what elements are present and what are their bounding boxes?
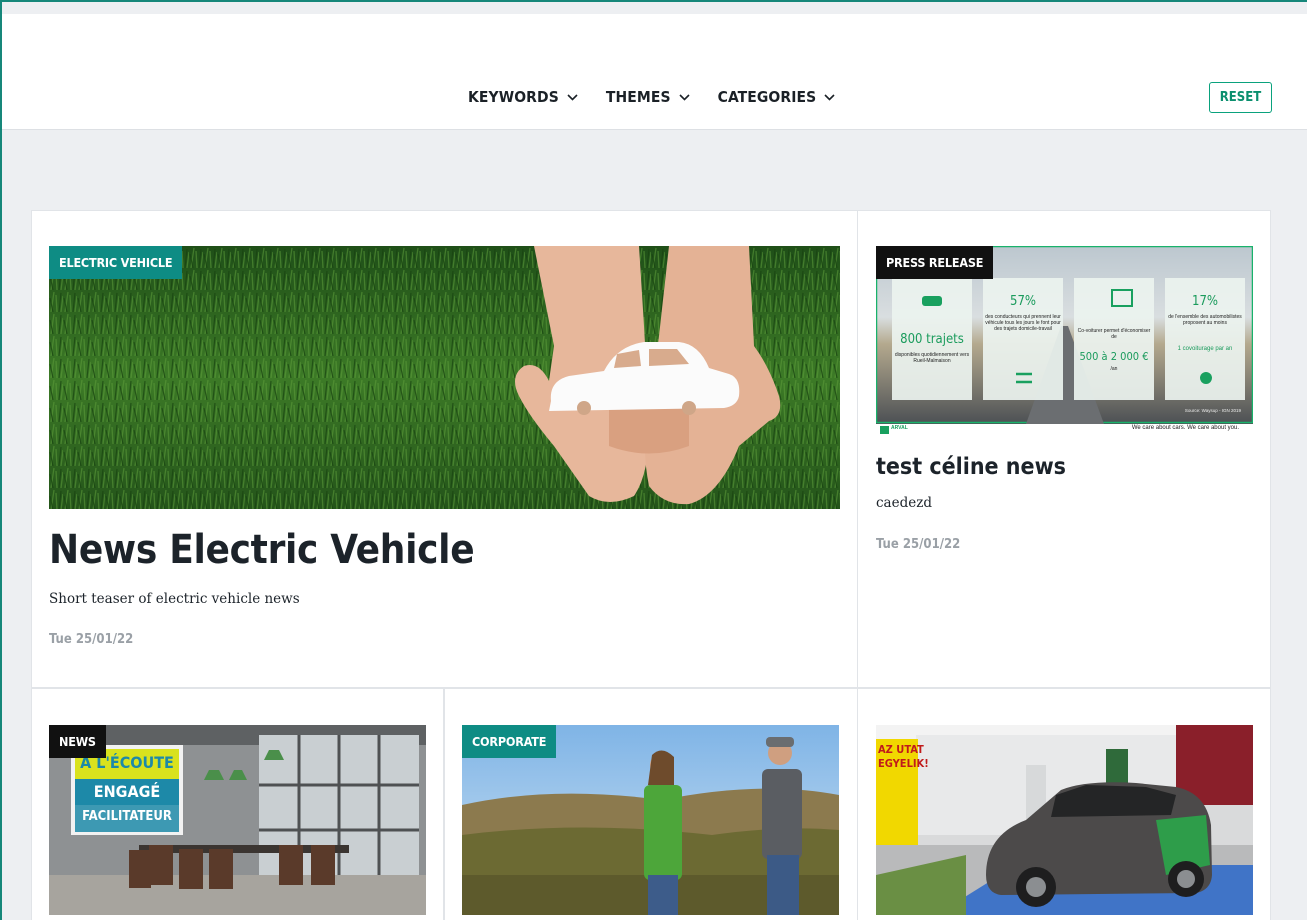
infographic-brand: ARVAL (891, 425, 908, 431)
card-image[interactable]: 800 trajets disponibles quotidiennement … (876, 246, 1253, 436)
category-tag[interactable]: NEWS (49, 725, 106, 758)
infographic-col4-text: de l'ensemble des automobilistes propose… (1168, 314, 1242, 326)
sign-line-1: AZ UTAT (878, 743, 924, 756)
card-title[interactable]: News Electric Vehicle (49, 527, 475, 573)
keywords-filter-label: KEYWORDS (468, 88, 559, 106)
category-tag[interactable]: ELECTRIC VEHICLE (49, 246, 183, 279)
categories-filter[interactable]: CATEGORIES (718, 88, 836, 106)
card-teaser: caedezd (876, 495, 932, 511)
card-title[interactable]: test céline news (876, 454, 1066, 480)
card-date: Tue 25/01/22 (876, 537, 961, 552)
infographic-col1-text: disponibles quotidiennement vers Rueil-M… (894, 352, 970, 364)
news-card[interactable]: AZ UTAT EGYELIK! (857, 688, 1271, 920)
infographic-slogan: We care about cars. We care about you. (1131, 425, 1239, 431)
infographic-col3-sub: /an (1110, 366, 1118, 372)
categories-filter-label: CATEGORIES (717, 88, 817, 106)
card-teaser: Short teaser of electric vehicle news (49, 591, 300, 607)
card-image[interactable]: À L'ÉCOUTE ENGAGÉ FACILITATEUR NEWS (49, 725, 426, 915)
electric-car-charging-image (876, 725, 1253, 915)
themes-filter-label: THEMES (605, 88, 671, 106)
infographic-col2-value: 57% (1010, 294, 1036, 309)
infographic-source: Source: Waysup - IGN 2019 (1184, 408, 1241, 413)
category-tag[interactable]: PRESS RELEASE (876, 246, 994, 279)
card-image[interactable]: ELECTRIC VEHICLE (49, 246, 840, 509)
news-card[interactable]: 800 trajets disponibles quotidiennement … (857, 210, 1271, 688)
billboard-line-2: ENGAGÉ (93, 782, 161, 801)
card-image[interactable]: AZ UTAT EGYELIK! (876, 725, 1253, 915)
billboard-line-3: FACILITATEUR (82, 809, 172, 824)
chevron-down-icon (567, 93, 578, 101)
reset-button[interactable]: RESET (1209, 82, 1272, 113)
sign-line-2: EGYELIK! (878, 757, 929, 770)
chevron-down-icon (824, 93, 835, 101)
filter-bar: KEYWORDS THEMES CATEGORIES (468, 86, 835, 108)
infographic-col2-text: des conducteurs qui prennent leur véhicu… (985, 314, 1061, 332)
filter-header: KEYWORDS THEMES CATEGORIES RESET (2, 14, 1307, 130)
category-tag[interactable]: CORPORATE (462, 725, 557, 758)
news-card[interactable]: CORPORATE (444, 688, 858, 920)
chevron-down-icon (679, 93, 690, 101)
themes-filter[interactable]: THEMES (606, 88, 690, 106)
infographic-col4-highlight: 1 covoiturage par an (1177, 346, 1233, 352)
infographic-col3-text: Co-voiturer permet d'économiser de (1077, 328, 1151, 340)
keywords-filter[interactable]: KEYWORDS (468, 88, 578, 106)
hands-holding-car-image (49, 246, 840, 509)
top-strip (2, 2, 1307, 14)
card-date: Tue 25/01/22 (49, 632, 134, 647)
news-card[interactable]: À L'ÉCOUTE ENGAGÉ FACILITATEUR NEWS (31, 688, 444, 920)
news-card-featured[interactable]: ELECTRIC VEHICLE News Electric Vehicle S… (31, 210, 858, 688)
infographic-col4-value: 17% (1192, 294, 1218, 309)
infographic-col3-value: 500 à 2 000 € (1079, 350, 1149, 363)
card-image[interactable]: CORPORATE (462, 725, 839, 915)
infographic-col1-value: 800 trajets (900, 332, 964, 347)
